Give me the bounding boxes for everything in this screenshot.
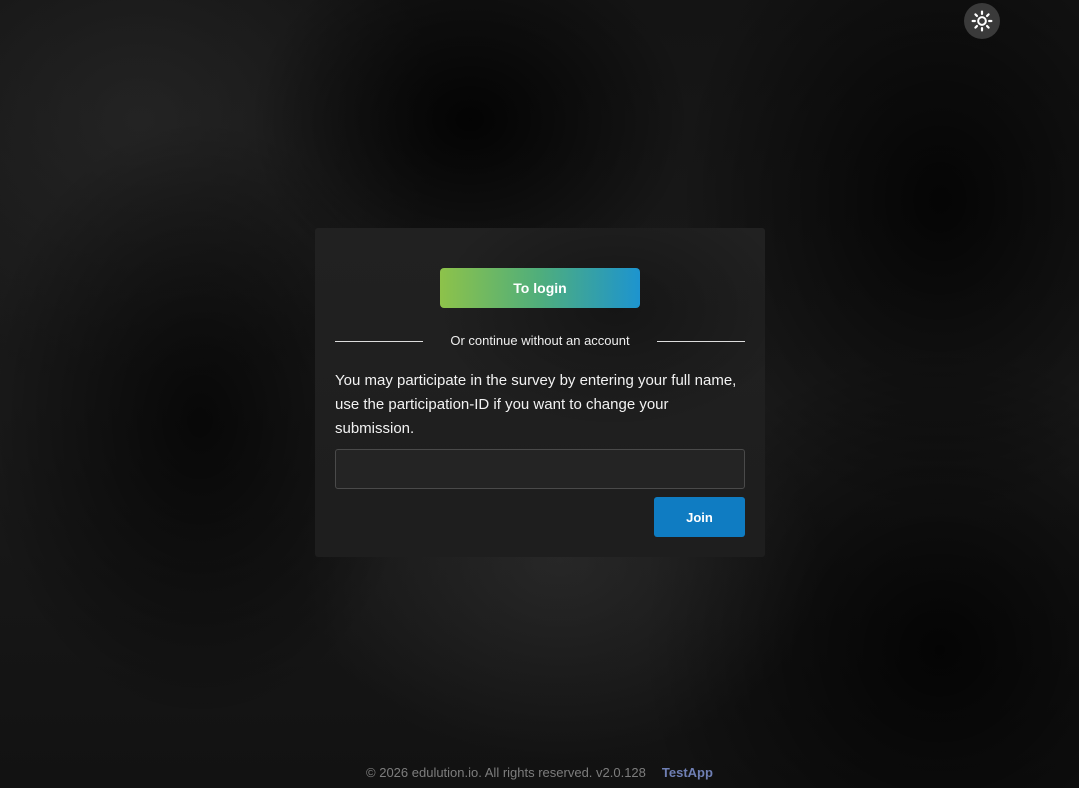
participation-description: You may participate in the survey by ent…: [335, 372, 737, 437]
divider-line-right: [657, 341, 745, 342]
app-link[interactable]: TestApp: [662, 765, 713, 780]
footer: © 2026 edulution.io. All rights reserved…: [0, 762, 1079, 782]
to-login-button[interactable]: To login: [440, 268, 640, 308]
full-name-input[interactable]: [335, 449, 745, 489]
copyright-text: © 2026 edulution.io. All rights reserved…: [366, 764, 646, 780]
sun-icon: [971, 10, 993, 32]
or-divider: Or continue without an account: [335, 332, 745, 352]
theme-toggle-button[interactable]: [964, 3, 1000, 39]
join-button[interactable]: Join: [654, 497, 745, 537]
survey-participation-card: To login Or continue without an account …: [315, 228, 765, 557]
